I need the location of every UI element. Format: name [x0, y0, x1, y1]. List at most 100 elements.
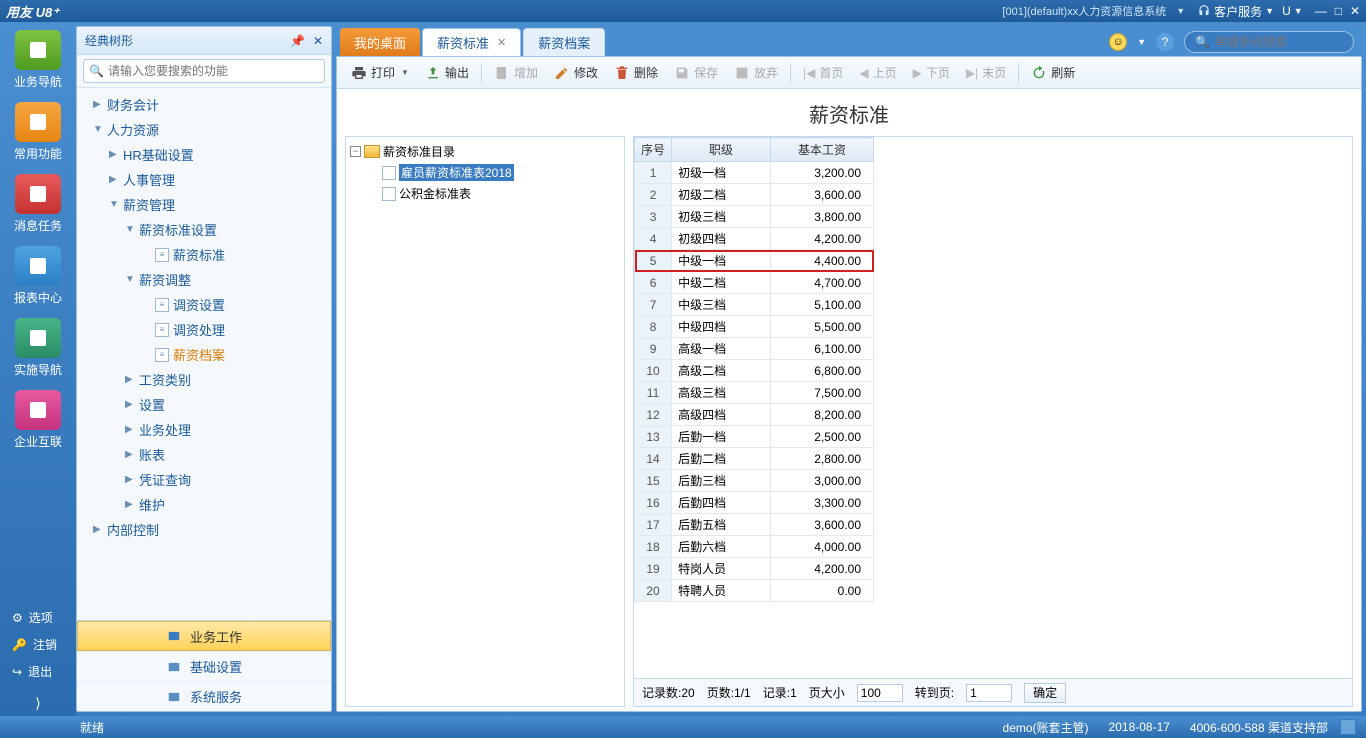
table-row[interactable]: 7中级三档5,100.00: [635, 294, 874, 316]
document-icon: ≡: [155, 248, 169, 262]
table-row[interactable]: 11高级三档7,500.00: [635, 382, 874, 404]
system-info: [001](default)xx人力资源信息系统: [1002, 3, 1166, 19]
table-row[interactable]: 9高级一档6,100.00: [635, 338, 874, 360]
table-row[interactable]: 2初级二档3,600.00: [635, 184, 874, 206]
tree-item[interactable]: ▶财务会计: [77, 92, 331, 117]
barcode-search-input[interactable]: [1215, 35, 1343, 49]
table-row[interactable]: 14后勤二档2,800.00: [635, 448, 874, 470]
toggle-icon: ▶: [109, 174, 121, 185]
table-row[interactable]: 19特岗人员4,200.00: [635, 558, 874, 580]
status-badge-icon[interactable]: [1340, 719, 1356, 735]
close-button[interactable]: ✕: [1350, 4, 1360, 18]
tree-item[interactable]: ▶人事管理: [77, 167, 331, 192]
tree-item[interactable]: ▶工资类别: [77, 367, 331, 392]
sidebar-footer-item[interactable]: 业务工作: [77, 621, 331, 651]
table-row[interactable]: 12高级四档8,200.00: [635, 404, 874, 426]
rail-item[interactable]: 实施导航: [7, 318, 69, 378]
edit-icon: [554, 65, 570, 81]
nav-tree: ▶财务会计▼人力资源▶HR基础设置▶人事管理▼薪资管理▼薪资标准设置≡薪资标准▼…: [77, 88, 331, 620]
rail-item[interactable]: 常用功能: [7, 102, 69, 162]
page-title: 薪资标准: [337, 89, 1361, 136]
document-icon: ≡: [155, 348, 169, 362]
table-row[interactable]: 1初级一档3,200.00: [635, 162, 874, 184]
tab-close-icon[interactable]: ✕: [497, 36, 506, 49]
customer-service-link[interactable]: 客户服务 ▼: [1197, 3, 1274, 20]
table-row[interactable]: 20特聘人员0.00: [635, 580, 874, 602]
print-button[interactable]: 打印▼: [343, 60, 417, 86]
tree-item[interactable]: ▶业务处理: [77, 417, 331, 442]
dir-root[interactable]: − 薪资标准目录: [350, 141, 620, 162]
tree-item[interactable]: ≡调资处理: [77, 317, 331, 342]
col-level[interactable]: 职级: [672, 138, 771, 162]
sidebar-close-icon[interactable]: ✕: [313, 34, 323, 48]
next-page-button: ▶下页: [905, 60, 958, 86]
rail-item[interactable]: 企业互联: [7, 390, 69, 450]
table-row[interactable]: 17后勤五档3,600.00: [635, 514, 874, 536]
rail-bottom-item[interactable]: ↪退出: [0, 658, 76, 685]
edit-button[interactable]: 修改: [546, 60, 606, 86]
tabs-row: 我的桌面 薪资标准✕ 薪资档案 ☺ ▼ ? 🔍: [336, 26, 1362, 56]
rail-item[interactable]: 消息任务: [7, 174, 69, 234]
titlebar-dropdown-icon[interactable]: ▼: [1176, 6, 1185, 16]
rail-bottom-item[interactable]: ⚙选项: [0, 604, 76, 631]
dir-item[interactable]: 公积金标准表: [350, 183, 620, 204]
tree-item[interactable]: ≡薪资档案: [77, 342, 331, 367]
rail-collapse-button[interactable]: ⟩: [35, 695, 40, 712]
u-menu[interactable]: U ▼: [1282, 4, 1303, 18]
refresh-button[interactable]: 刷新: [1023, 60, 1083, 86]
key-icon: 🔑: [12, 638, 27, 652]
table-row[interactable]: 4初级四档4,200.00: [635, 228, 874, 250]
tree-item[interactable]: ≡薪资标准: [77, 242, 331, 267]
feedback-dropdown-icon[interactable]: ▼: [1137, 37, 1146, 47]
table-row[interactable]: 13后勤一档2,500.00: [635, 426, 874, 448]
sidebar-search-input[interactable]: [83, 59, 325, 83]
tab-salary-standard[interactable]: 薪资标准✕: [422, 28, 521, 56]
tree-item[interactable]: ▶HR基础设置: [77, 142, 331, 167]
table-row[interactable]: 10高级二档6,800.00: [635, 360, 874, 382]
tree-item[interactable]: ▼薪资调整: [77, 267, 331, 292]
output-button[interactable]: 输出: [417, 60, 477, 86]
tree-item[interactable]: ▶维护: [77, 492, 331, 517]
collapse-icon[interactable]: −: [350, 146, 361, 157]
table-row[interactable]: 16后勤四档3,300.00: [635, 492, 874, 514]
tab-desktop[interactable]: 我的桌面: [340, 28, 420, 56]
tree-item[interactable]: ≡调资设置: [77, 292, 331, 317]
search-icon: 🔍: [89, 64, 104, 78]
tree-item[interactable]: ▼薪资管理: [77, 192, 331, 217]
goto-page-input[interactable]: [966, 684, 1012, 702]
tree-item[interactable]: ▶账表: [77, 442, 331, 467]
pin-icon[interactable]: 📌: [290, 34, 305, 48]
tree-item[interactable]: ▶内部控制: [77, 517, 331, 542]
minimize-button[interactable]: —: [1315, 4, 1327, 18]
col-seq[interactable]: 序号: [635, 138, 672, 162]
tree-item[interactable]: ▼人力资源: [77, 117, 331, 142]
delete-button[interactable]: 删除: [606, 60, 666, 86]
page-size-input[interactable]: [857, 684, 903, 702]
tree-item[interactable]: ▶设置: [77, 392, 331, 417]
toggle-icon: ▶: [125, 424, 137, 435]
table-row[interactable]: 8中级四档5,500.00: [635, 316, 874, 338]
tree-item[interactable]: ▼薪资标准设置: [77, 217, 331, 242]
tab-salary-archive[interactable]: 薪资档案: [523, 28, 605, 56]
tree-item[interactable]: ▶凭证查询: [77, 467, 331, 492]
rail-bottom-item[interactable]: 🔑注销: [0, 631, 76, 658]
dir-item[interactable]: 雇员薪资标准表2018: [350, 162, 620, 183]
maximize-button[interactable]: □: [1335, 4, 1342, 18]
table-row[interactable]: 18后勤六档4,000.00: [635, 536, 874, 558]
help-icon[interactable]: ?: [1156, 33, 1174, 51]
sidebar-footer-item[interactable]: 基础设置: [77, 651, 331, 681]
toggle-icon: ▶: [125, 399, 137, 410]
table-row[interactable]: 3初级三档3,800.00: [635, 206, 874, 228]
nav-rail: 业务导航常用功能消息任务报表中心实施导航企业互联 ⚙选项🔑注销↪退出 ⟩: [0, 22, 76, 716]
rail-item[interactable]: 业务导航: [7, 30, 69, 90]
sidebar-footer-item[interactable]: 系统服务: [77, 681, 331, 711]
toggle-icon: ▶: [93, 99, 105, 110]
col-salary[interactable]: 基本工资: [770, 138, 873, 162]
table-row[interactable]: 15后勤三档3,000.00: [635, 470, 874, 492]
goto-ok-button[interactable]: 确定: [1024, 683, 1066, 703]
table-row[interactable]: 6中级二档4,700.00: [635, 272, 874, 294]
rail-item[interactable]: 报表中心: [7, 246, 69, 306]
table-row[interactable]: 5中级一档4,400.00: [635, 250, 874, 272]
toggle-icon: ▼: [125, 274, 137, 285]
feedback-icon[interactable]: ☺: [1109, 33, 1127, 51]
